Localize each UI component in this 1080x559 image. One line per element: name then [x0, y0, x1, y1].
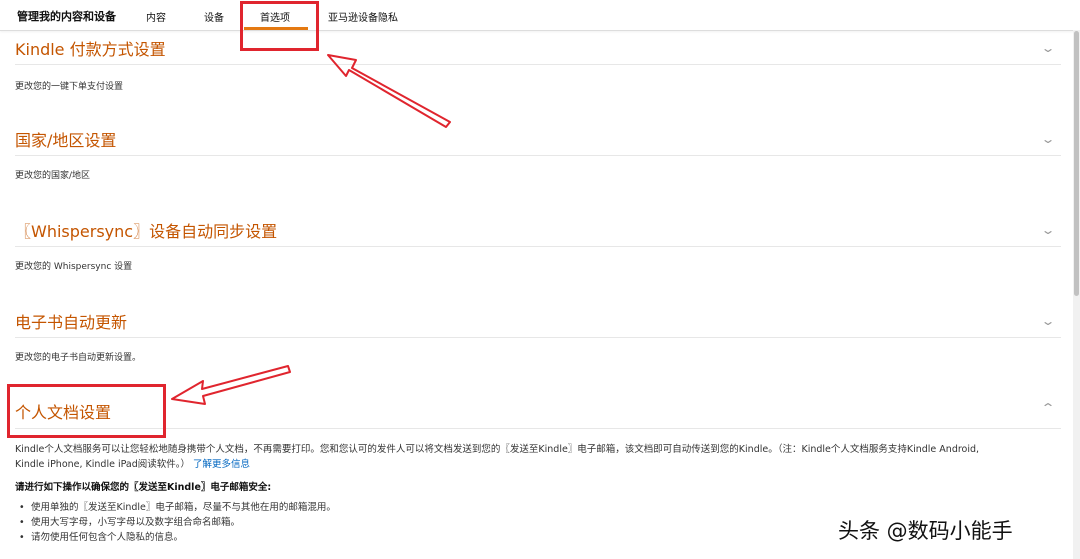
scrollbar-thumb[interactable] [1074, 31, 1079, 296]
intro-line-2: Kindle iPhone, Kindle iPad阅读软件。） [15, 459, 190, 470]
list-item: 使用单独的〖发送至Kindle〗电子邮箱，尽量不与其他在用的邮箱混用。 [19, 499, 336, 514]
section-description: 更改您的国家/地区 [15, 171, 91, 181]
personal-docs-intro: Kindle个人文档服务可以让您轻松地随身携带个人文档，不再需要打印。您和您认可… [15, 444, 980, 455]
learn-more-link[interactable]: 了解更多信息 [193, 459, 250, 470]
section-whispersync[interactable]: 〖Whispersync〗设备自动同步设置 ⌄ 更改您的 Whispersync… [15, 218, 1061, 278]
annotation-box-preferences-tab [240, 1, 319, 51]
section-description: 更改您的电子书自动更新设置。 [15, 353, 142, 363]
section-ebook-auto-update[interactable]: 电子书自动更新 ⌄ 更改您的电子书自动更新设置。 [15, 309, 1061, 369]
section-description: 更改您的 Whispersync 设置 [15, 262, 133, 272]
section-personal-documents[interactable]: 个人文档设置 ⌃ [15, 399, 1061, 433]
chevron-down-icon[interactable]: ⌄ [1040, 223, 1055, 237]
annotation-box-personal-docs [7, 384, 166, 438]
section-divider [15, 64, 1061, 65]
section-title: 国家/地区设置 [15, 131, 117, 150]
section-divider [15, 155, 1061, 156]
chevron-down-icon[interactable]: ⌄ [1040, 132, 1055, 146]
safety-tips-list: 使用单独的〖发送至Kindle〗电子邮箱，尽量不与其他在用的邮箱混用。 使用大写… [19, 499, 336, 544]
top-navigation: 管理我的内容和设备 内容 设备 首选项 亚马逊设备隐私 [0, 0, 1080, 31]
personal-docs-intro-cont: Kindle iPhone, Kindle iPad阅读软件。） 了解更多信息 [15, 456, 250, 470]
nav-title: 管理我的内容和设备 [17, 10, 116, 23]
list-item: 请勿使用任何包含个人隐私的信息。 [19, 529, 336, 544]
tab-amazon-device-privacy[interactable]: 亚马逊设备隐私 [328, 9, 398, 24]
safety-heading: 请进行如下操作以确保您的〖发送至Kindle〗电子邮箱安全: [15, 482, 272, 493]
chevron-down-icon[interactable]: ⌄ [1040, 314, 1055, 328]
chevron-up-icon[interactable]: ⌃ [1040, 401, 1055, 415]
section-title: 电子书自动更新 [15, 313, 128, 332]
section-country-region[interactable]: 国家/地区设置 ⌄ 更改您的国家/地区 [15, 127, 1061, 187]
section-divider [15, 246, 1061, 247]
section-divider [15, 337, 1061, 338]
section-divider [15, 428, 1061, 429]
tab-content[interactable]: 内容 [146, 9, 166, 24]
watermark-text: 头条 @数码小能手 [838, 519, 1013, 543]
chevron-down-icon[interactable]: ⌄ [1040, 41, 1055, 55]
section-kindle-payment[interactable]: Kindle 付款方式设置 ⌄ 更改您的一键下单支付设置 [15, 36, 1061, 96]
section-title: Kindle 付款方式设置 [15, 40, 166, 59]
tab-devices[interactable]: 设备 [204, 9, 224, 24]
section-title: 〖Whispersync〗设备自动同步设置 [15, 222, 278, 241]
list-item: 使用大写字母，小写字母以及数字组合命名邮箱。 [19, 514, 336, 529]
section-description: 更改您的一键下单支付设置 [15, 82, 124, 92]
